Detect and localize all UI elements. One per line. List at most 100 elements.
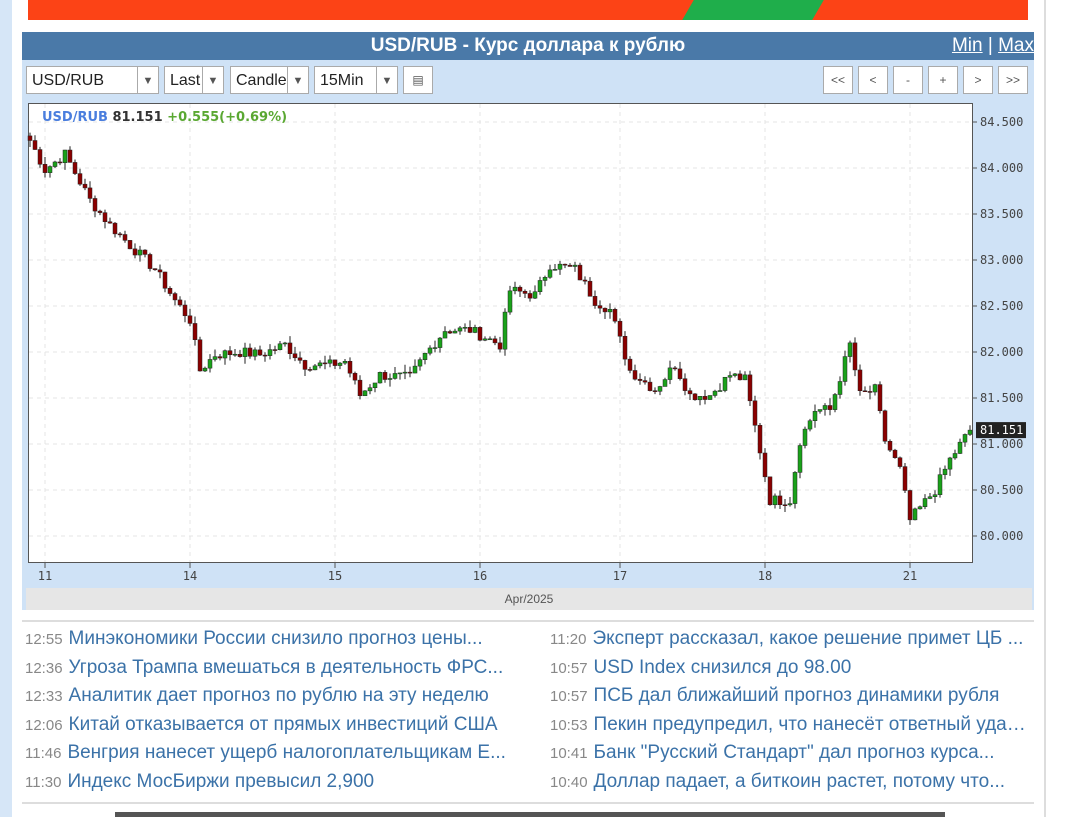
news-item[interactable]: 11:46 Венгрия нанесет ущерб налогоплатель… [25, 742, 525, 764]
candle-body [157, 269, 163, 273]
candle-body [322, 362, 328, 365]
candle-body [662, 379, 668, 387]
candle-body [692, 393, 698, 401]
candle-body [417, 359, 423, 367]
news-item[interactable]: 10:57 ПСБ дал ближайший прогноз динамики … [550, 685, 1032, 707]
candle-body [47, 166, 53, 173]
candle-body [907, 490, 913, 521]
news-time: 11:46 [25, 745, 62, 763]
news-headline[interactable]: Венгрия нанесет ущерб налогоплательщикам… [67, 742, 506, 763]
candle-body [172, 293, 178, 301]
candle-body [472, 327, 478, 333]
news-time: 12:36 [25, 659, 63, 677]
candle-body [382, 372, 388, 380]
candle-body [917, 506, 923, 510]
news-item[interactable]: 12:36 Угроза Трампа вмешаться в деятельно… [25, 657, 525, 679]
news-headline[interactable]: Угроза Трампа вмешаться в деятельность Ф… [69, 657, 504, 678]
candle-body [402, 371, 408, 374]
candle-body [612, 309, 618, 322]
news-time: 10:40 [550, 774, 588, 791]
news-item[interactable]: 12:33 Аналитик дает прогноз по рублю на э… [25, 685, 525, 707]
candle-body [147, 254, 153, 269]
candle-body [267, 349, 273, 356]
candle-body [827, 405, 833, 410]
candle-body [197, 339, 203, 372]
candle-body [872, 384, 878, 393]
candle-body [77, 173, 83, 185]
news-item[interactable]: 12:06 Китай отказывается от прямых инвест… [25, 714, 525, 736]
candle-body [677, 368, 683, 379]
y-tick-label: 81.500 [980, 391, 1023, 405]
candle-body [347, 360, 353, 374]
candle-body [797, 445, 803, 473]
candle-body [567, 264, 573, 267]
candle-body [497, 342, 503, 350]
candle-body [257, 349, 263, 356]
candle-body [277, 343, 283, 351]
news-item[interactable]: 10:40 Доллар падает, а биткоин растет, по… [550, 771, 1032, 793]
candle-body [792, 472, 798, 504]
news-item[interactable]: 11:20 Эксперт рассказал, какое решение пр… [550, 628, 1032, 650]
news-headline[interactable]: ПСБ дал ближайший прогноз динамики рубля [594, 685, 1000, 706]
news-time: 12:06 [25, 716, 63, 734]
news-headline[interactable]: Эксперт рассказал, какое решение примет … [592, 628, 1023, 649]
x-tick-label: 14 [183, 569, 197, 583]
candle-body [327, 359, 333, 364]
candle-body [97, 210, 103, 213]
candle-body [462, 327, 468, 329]
candle-body [387, 378, 393, 380]
candle-body [952, 453, 958, 459]
candle-body [637, 378, 643, 381]
candle-body [447, 331, 453, 334]
news-headline[interactable]: Китай отказывается от прямых инвестиций … [69, 714, 498, 735]
candle-body [107, 221, 113, 224]
candle-body [522, 290, 528, 294]
candle-body [202, 367, 208, 372]
candle-body [857, 369, 863, 392]
news-headline[interactable]: Аналитик дает прогноз по рублю на эту не… [69, 685, 489, 706]
candle-body [342, 360, 348, 364]
candle-body [752, 400, 758, 426]
candle-body [862, 390, 868, 393]
news-headline[interactable]: Банк "Русский Стандарт" дал прогноз курс… [594, 742, 995, 763]
candle-body [902, 466, 908, 491]
news-headline[interactable]: Пекин предупредил, что нанесёт ответный … [594, 714, 1032, 735]
candle-body [587, 280, 593, 297]
news-headline[interactable]: Доллар падает, а биткоин растет, потому … [594, 771, 1006, 792]
candle-body [732, 373, 738, 376]
candle-body [622, 336, 628, 360]
news-item[interactable]: 10:41 Банк "Русский Стандарт" дал прогноз… [550, 742, 1032, 764]
x-axis-label: Apr/2025 [504, 592, 554, 606]
candle-body [92, 198, 98, 212]
news-item[interactable]: 10:57 USD Index снизился до 98.00 [550, 657, 1032, 679]
candle-body [137, 249, 143, 256]
candle-body [507, 290, 513, 313]
candle-body [687, 390, 693, 395]
candle-body [897, 457, 903, 467]
bottom-ad [115, 812, 945, 817]
candle-body [502, 311, 508, 350]
news-item[interactable]: 10:53 Пекин предупредил, что нанесёт отве… [550, 714, 1032, 736]
candle-body [852, 342, 858, 371]
candle-body [412, 365, 418, 374]
news-headline[interactable]: Индекс МосБиржи превысил 2,900 [67, 771, 374, 792]
news-list: 12:55 Минэкономики России снизило прогноз… [22, 620, 1034, 804]
candle-body [777, 495, 783, 505]
candle-body [467, 327, 473, 333]
news-item[interactable]: 11:30 Индекс МосБиржи превысил 2,900 [25, 771, 525, 793]
candle-body [552, 269, 558, 271]
candle-body [27, 135, 33, 141]
candle-body [812, 411, 818, 421]
chart-legend: USD/RUB 81.151 +0.555(+0.69%) [42, 110, 287, 125]
x-tick-label: 15 [328, 569, 342, 583]
news-headline[interactable]: USD Index снизился до 98.00 [594, 657, 852, 678]
news-item[interactable]: 12:55 Минэкономики России снизило прогноз… [25, 628, 525, 650]
candle-body [712, 390, 718, 396]
candle-body [192, 323, 198, 340]
candle-body [932, 494, 938, 497]
candle-body [757, 425, 763, 454]
candle-body [527, 293, 533, 299]
candle-body [672, 367, 678, 370]
news-time: 11:30 [25, 774, 62, 791]
news-headline[interactable]: Минэкономики России снизило прогноз цены… [69, 628, 483, 649]
